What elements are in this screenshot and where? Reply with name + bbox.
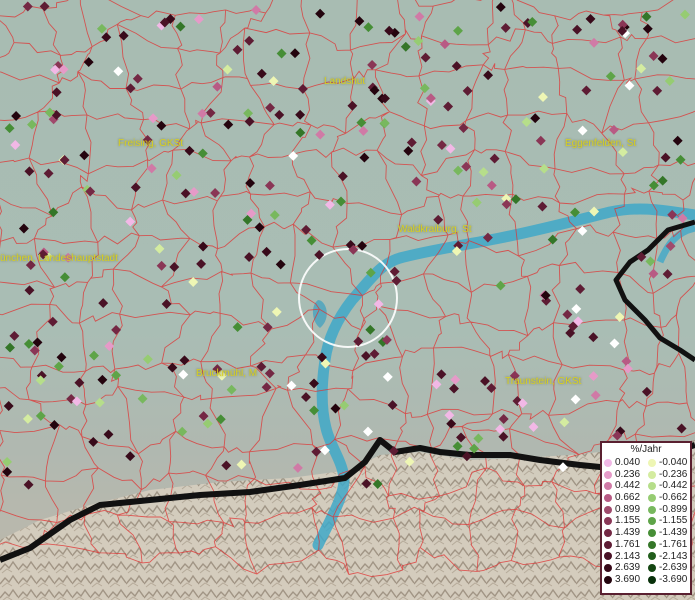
legend-value: 3.690 (615, 573, 641, 585)
legend-swatch (604, 458, 612, 467)
legend-swatch (604, 564, 612, 573)
legend-value: 2.143 (615, 550, 641, 562)
legend-value: -0.442 (659, 480, 688, 492)
legend-swatch (648, 528, 656, 537)
legend-swatch (604, 482, 612, 491)
legend-entry-positive: 0.442 (602, 480, 646, 492)
legend-swatch (648, 505, 656, 514)
legend-entry-negative: -3.690 (646, 574, 690, 586)
map-legend: %/Jahr 0.040 -0.040 0.236 -0.236 0.442 -0.442… (600, 441, 692, 595)
legend-value: -2.639 (659, 562, 688, 574)
city-label-eggenfelden: Eggenfelden, St (565, 138, 637, 149)
legend-value: 0.899 (615, 503, 641, 515)
legend-entry-positive: 2.143 (602, 551, 646, 563)
legend-entry-positive: 1.761 (602, 539, 646, 551)
legend-entry-positive: 0.899 (602, 504, 646, 516)
legend-entry-positive: 0.662 (602, 492, 646, 504)
legend-entry-negative: -2.143 (646, 551, 690, 563)
legend-swatch (648, 458, 656, 467)
legend-value: 0.236 (615, 468, 641, 480)
legend-swatch (648, 575, 656, 584)
legend-row: 0.899 -0.899 (602, 504, 690, 516)
legend-swatch (604, 528, 612, 537)
legend-row: 0.236 -0.236 (602, 469, 690, 481)
legend-entry-negative: -2.639 (646, 562, 690, 574)
legend-row: 2.143 -2.143 (602, 551, 690, 563)
legend-swatch (648, 482, 656, 491)
city-label-waldkraiburg: Waldkraiburg, St (398, 224, 472, 235)
legend-value: 1.761 (615, 538, 641, 550)
legend-value: -0.899 (659, 503, 688, 515)
legend-entry-positive: 1.439 (602, 527, 646, 539)
legend-value: -1.439 (659, 527, 688, 539)
legend-entry-negative: -0.236 (646, 469, 690, 481)
legend-entry-negative: -1.155 (646, 515, 690, 527)
legend-swatch (648, 564, 656, 573)
legend-value: 1.155 (615, 515, 641, 527)
city-label-bruckmuehl: Bruckmühl, M (196, 368, 258, 379)
legend-value: 2.639 (615, 562, 641, 574)
legend-swatch (604, 517, 612, 526)
legend-entry-negative: -0.040 (646, 457, 690, 469)
legend-swatch (648, 470, 656, 479)
legend-entry-positive: 3.690 (602, 574, 646, 586)
legend-entry-positive: 0.040 (602, 457, 646, 469)
city-label-freising: Freising, GKSt (118, 138, 184, 149)
city-label-muenchen: ünchen, Landeshauptstadt (0, 253, 118, 264)
legend-entry-negative: -1.439 (646, 527, 690, 539)
legend-entry-negative: -1.761 (646, 539, 690, 551)
legend-value: -1.761 (659, 538, 688, 550)
legend-row: 0.040 -0.040 (602, 457, 690, 469)
legend-entry-positive: 0.236 (602, 469, 646, 481)
city-label-landshut: Landshut (324, 76, 366, 87)
legend-swatch (604, 575, 612, 584)
legend-row: 0.442 -0.442 (602, 480, 690, 492)
legend-swatch (648, 552, 656, 561)
legend-value: -0.662 (659, 492, 688, 504)
legend-swatch (648, 540, 656, 549)
legend-swatch (604, 470, 612, 479)
legend-value: 0.662 (615, 492, 641, 504)
legend-value: 0.442 (615, 480, 641, 492)
legend-title: %/Jahr (630, 444, 662, 455)
legend-value: -3.690 (659, 573, 688, 585)
legend-swatch (604, 540, 612, 549)
legend-row: 1.155 -1.155 (602, 515, 690, 527)
legend-value: -0.040 (659, 457, 688, 468)
legend-row: 3.690 -3.690 (602, 574, 690, 586)
map-canvas[interactable] (0, 0, 695, 600)
city-label-traunstein: Traunstein, GKSt (505, 376, 582, 387)
legend-swatch (604, 552, 612, 561)
legend-row: 1.439 -1.439 (602, 527, 690, 539)
legend-entry-negative: -0.442 (646, 480, 690, 492)
legend-swatch (648, 517, 656, 526)
legend-rows: 0.040 -0.040 0.236 -0.236 0.442 -0.442 0.662 -0… (602, 457, 690, 586)
legend-row: 1.761 -1.761 (602, 539, 690, 551)
legend-entry-positive: 2.639 (602, 562, 646, 574)
legend-value: -0.236 (659, 468, 688, 480)
map-view[interactable]: Landshut Freising, GKSt Eggenfelden, St … (0, 0, 695, 600)
legend-value: 0.040 (615, 457, 641, 468)
legend-value: -1.155 (659, 515, 688, 527)
legend-entry-negative: -0.662 (646, 492, 690, 504)
legend-value: 1.439 (615, 527, 641, 539)
legend-swatch (648, 493, 656, 502)
legend-swatch (604, 505, 612, 514)
legend-swatch (604, 493, 612, 502)
legend-row: 2.639 -2.639 (602, 562, 690, 574)
legend-row: 0.662 -0.662 (602, 492, 690, 504)
legend-value: -2.143 (659, 550, 688, 562)
legend-entry-positive: 1.155 (602, 515, 646, 527)
legend-entry-negative: -0.899 (646, 504, 690, 516)
